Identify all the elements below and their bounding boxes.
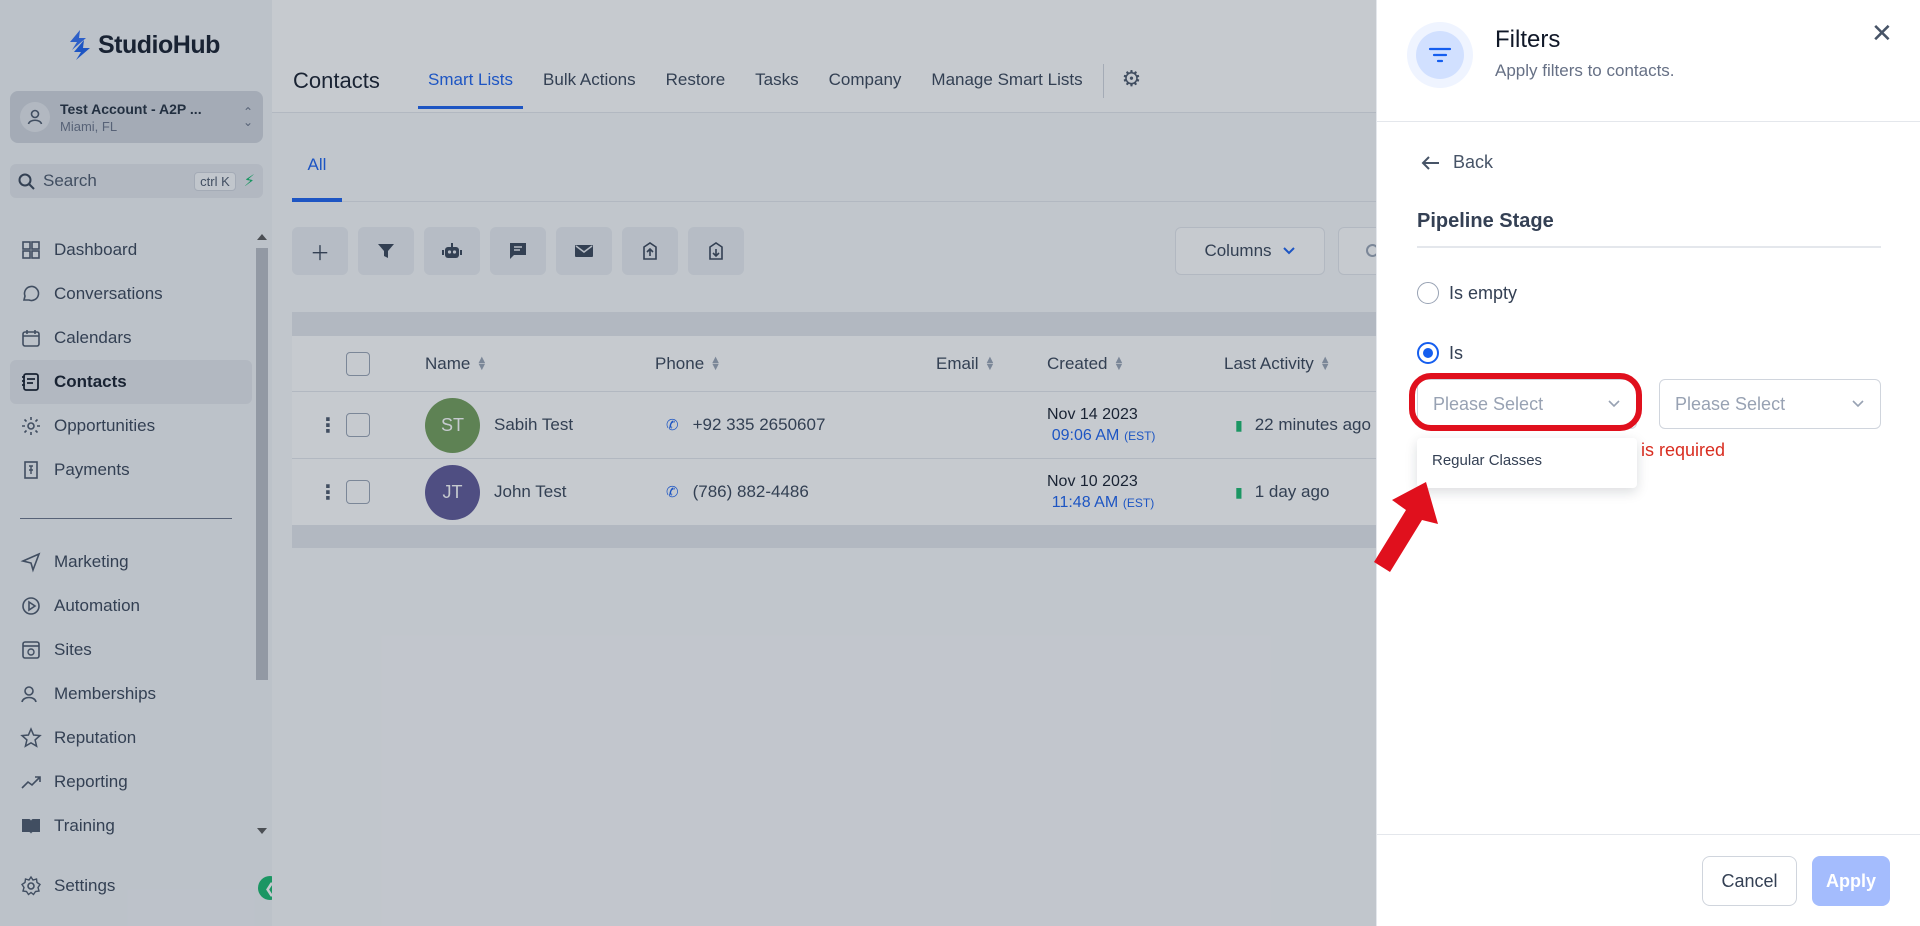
select-placeholder: Please Select <box>1675 393 1786 414</box>
cancel-button[interactable]: Cancel <box>1702 856 1797 906</box>
filter-lines-icon <box>1428 47 1452 63</box>
filters-header: Filters Apply filters to contacts. ✕ <box>1377 0 1920 122</box>
radio-is-empty[interactable] <box>1417 282 1439 304</box>
dropdown-menu: Regular Classes <box>1417 438 1637 488</box>
apply-button[interactable]: Apply <box>1812 856 1890 906</box>
option-label: Is empty <box>1449 282 1518 303</box>
back-button[interactable]: Back <box>1421 152 1493 173</box>
filter-field-title: Pipeline Stage <box>1417 210 1554 232</box>
validation-error: is required <box>1641 440 1726 460</box>
stage-select[interactable]: Please Select <box>1659 379 1881 429</box>
section-divider <box>1417 246 1881 248</box>
close-icon[interactable]: ✕ <box>1871 18 1893 49</box>
annotation-highlight <box>1409 373 1642 431</box>
dropdown-option[interactable]: Regular Classes <box>1432 452 1622 469</box>
filters-title: Filters <box>1495 26 1561 53</box>
back-label: Back <box>1453 152 1494 172</box>
filters-subtitle: Apply filters to contacts. <box>1495 61 1675 80</box>
filter-badge <box>1407 22 1473 88</box>
chevron-down-icon <box>1852 400 1864 408</box>
modal-backdrop[interactable] <box>0 0 1376 926</box>
radio-is[interactable] <box>1417 342 1439 364</box>
option-is[interactable]: Is <box>1417 342 1463 364</box>
option-label: Is <box>1449 342 1464 363</box>
filters-footer: Cancel Apply <box>1377 834 1920 926</box>
option-is-empty[interactable]: Is empty <box>1417 282 1517 304</box>
arrow-left-icon <box>1421 155 1439 170</box>
filters-panel: Filters Apply filters to contacts. ✕ Bac… <box>1376 0 1920 926</box>
annotation-arrow-icon <box>1374 482 1438 572</box>
